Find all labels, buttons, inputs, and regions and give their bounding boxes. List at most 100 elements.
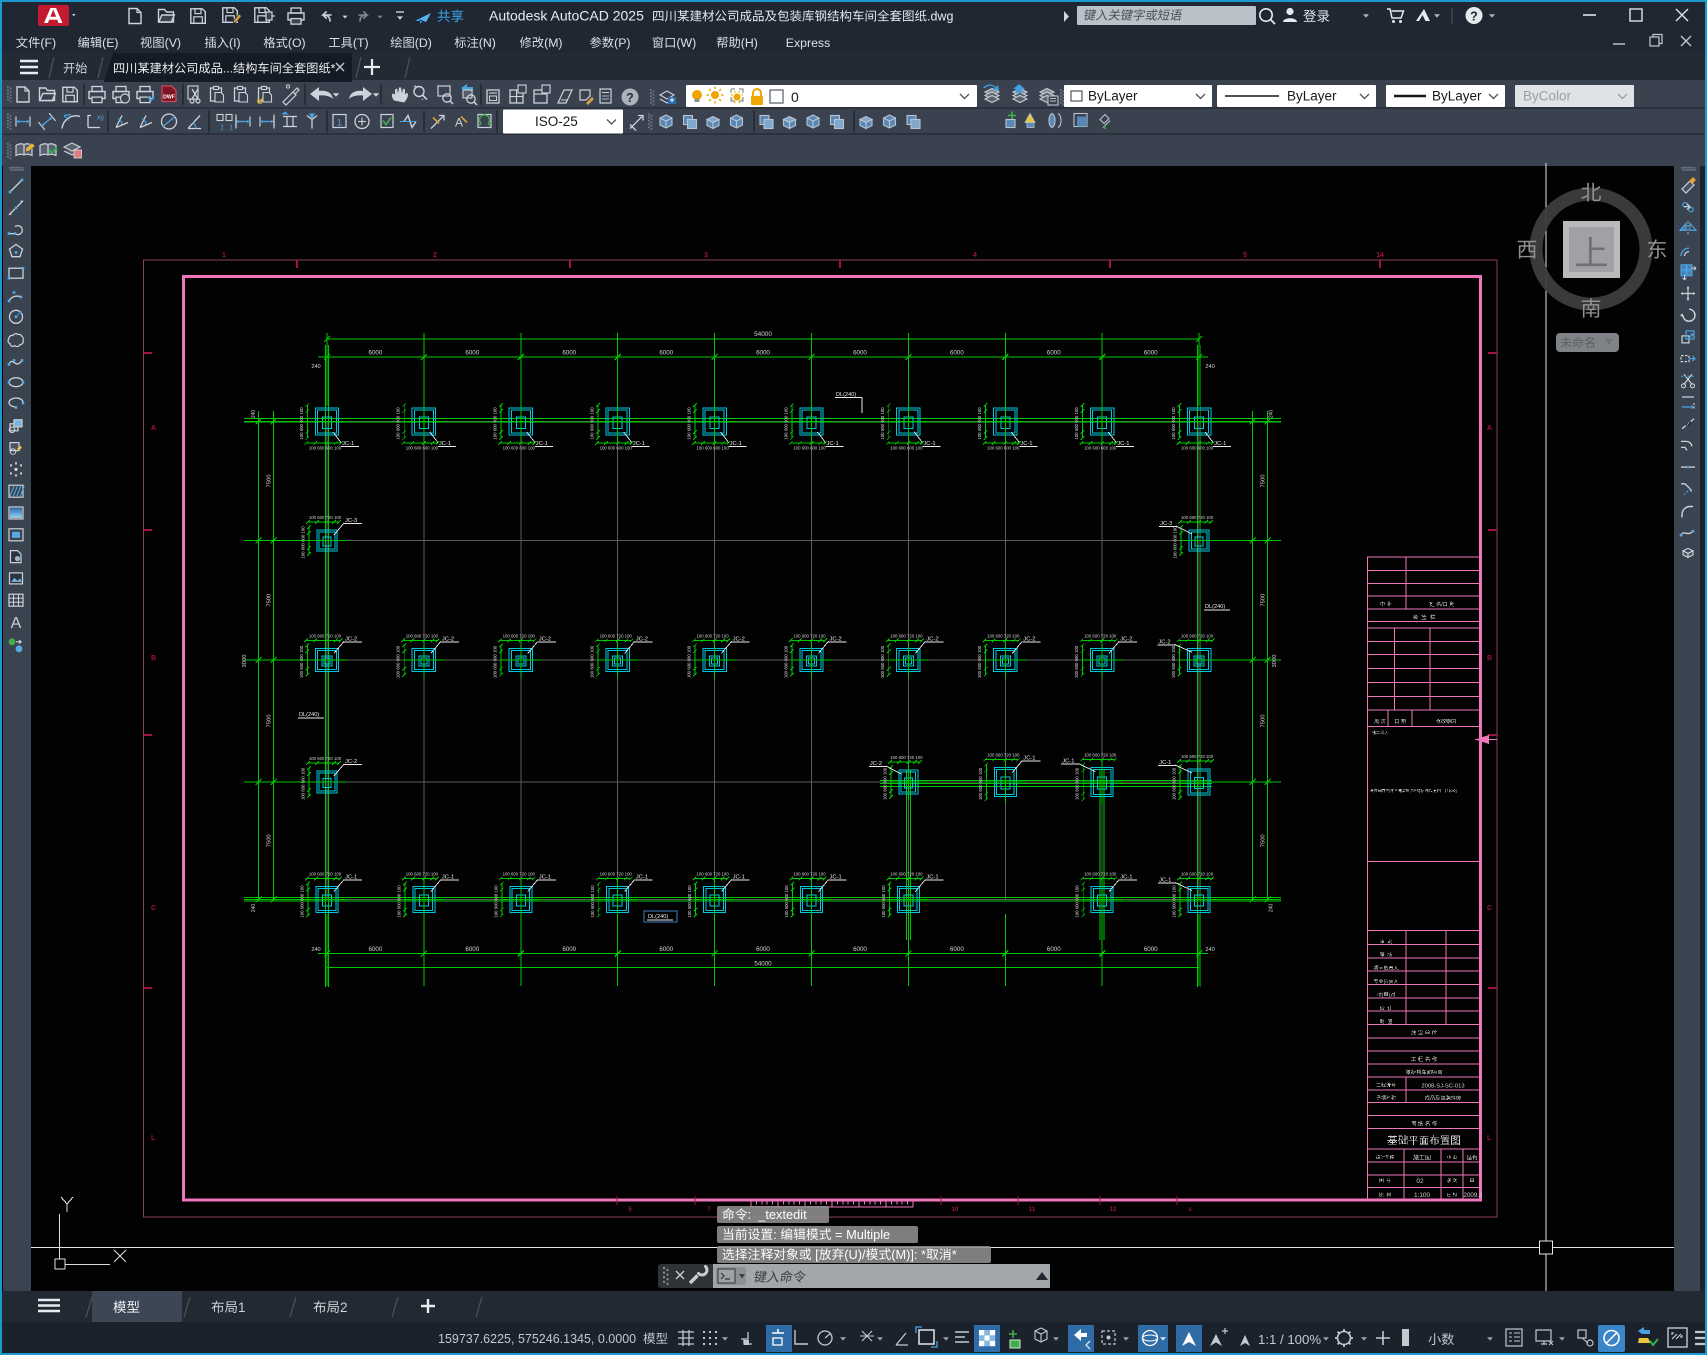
svg-text:6000: 6000	[369, 946, 383, 953]
svg-text:100 600 600 100: 100 600 600 100	[687, 885, 692, 918]
svg-text:6000: 6000	[853, 946, 867, 953]
svg-text:100 600 900 100: 100 600 900 100	[783, 407, 788, 440]
svg-text:6000: 6000	[1047, 946, 1061, 953]
svg-text:100 600 720 100: 100 600 720 100	[600, 633, 633, 638]
svg-text:): )	[1456, 789, 1458, 793]
svg-text:7500: 7500	[1261, 475, 1267, 488]
svg-text:100 600 720 100: 100 600 720 100	[1181, 754, 1214, 759]
svg-text:(W): (W)	[676, 36, 696, 50]
svg-text:100 600 720 100: 100 600 720 100	[1084, 633, 1117, 638]
svg-text:/: /	[1441, 602, 1443, 608]
svg-text:*: *	[952, 1247, 957, 1262]
svg-text:1: 1	[220, 123, 224, 132]
svg-text:1: 1	[337, 118, 342, 128]
svg-text:DL(240): DL(240)	[1205, 604, 1225, 610]
svg-text:1:100: 1:100	[1414, 1192, 1430, 1199]
svg-text:(F): (F)	[40, 36, 56, 50]
svg-text:100 600 600 100: 100 600 600 100	[600, 446, 633, 451]
svg-text:100 600 720 100: 100 600 720 100	[1181, 633, 1214, 638]
svg-text:7500: 7500	[267, 715, 273, 728]
svg-text:(M): (M)	[544, 36, 562, 50]
svg-text:100 600 600 100: 100 600 600 100	[1075, 885, 1080, 918]
svg-text::: :	[1388, 730, 1389, 735]
svg-text:A: A	[1487, 425, 1492, 432]
svg-text:7500: 7500	[267, 834, 273, 847]
svg-text:100 600 720 100: 100 600 720 100	[309, 515, 342, 520]
svg-text:7500: 7500	[1261, 834, 1267, 847]
svg-text:100 600 900 100: 100 600 900 100	[590, 407, 595, 440]
svg-text:6000: 6000	[756, 946, 770, 953]
svg-text:100 600 720 100: 100 600 720 100	[406, 633, 439, 638]
svg-text:(I): (I)	[229, 36, 241, 50]
svg-text:100 600 720 100: 100 600 720 100	[1181, 515, 1214, 520]
svg-text:100 600 600 100: 100 600 600 100	[493, 885, 498, 918]
svg-text:*: *	[331, 62, 336, 76]
svg-text:240: 240	[1269, 410, 1275, 419]
svg-text:6000: 6000	[1144, 946, 1158, 953]
svg-text:100 600 720 100: 100 600 720 100	[696, 872, 729, 877]
svg-text:100 600 720 100: 100 600 720 100	[890, 755, 923, 760]
svg-text:54000: 54000	[754, 331, 772, 338]
svg-text:6000: 6000	[659, 946, 673, 953]
svg-text:?: ?	[626, 91, 634, 105]
svg-text:100 600 600 100: 100 600 600 100	[784, 885, 789, 918]
svg-text:1:1 / 100%: 1:1 / 100%	[1258, 1332, 1321, 1347]
svg-text:100 600 900 100: 100 600 900 100	[1074, 407, 1079, 440]
svg-text:+: +	[413, 83, 418, 92]
svg-text:100 600 720 100: 100 600 720 100	[793, 633, 826, 638]
svg-text:(P): (P)	[614, 36, 630, 50]
svg-text:100 600 600 100: 100 600 600 100	[1074, 645, 1079, 678]
svg-text:100 600 600 100: 100 600 600 100	[890, 446, 923, 451]
svg-text:L: L	[151, 1135, 156, 1142]
svg-text:100 600 600 100: 100 600 600 100	[406, 446, 439, 451]
svg-text:54000: 54000	[754, 961, 772, 968]
svg-text:DL(240): DL(240)	[299, 712, 319, 718]
svg-text:100 600 600 100: 100 600 600 100	[882, 767, 887, 800]
svg-text:.dwg: .dwg	[927, 10, 953, 24]
svg-text:240: 240	[251, 410, 257, 419]
svg-text:Autodesk AutoCAD 2025: Autodesk AutoCAD 2025	[489, 8, 644, 24]
svg-text:5: 5	[1243, 252, 1247, 259]
svg-text:100 600 720 100: 100 600 720 100	[1084, 872, 1117, 877]
svg-text:100 600 600 100: 100 600 600 100	[881, 885, 886, 918]
svg-text:,: ,	[1432, 789, 1433, 793]
svg-text:7: 7	[707, 1207, 711, 1213]
svg-text:3000: 3000	[242, 655, 248, 668]
svg-text:100 600 600 100: 100 600 600 100	[309, 446, 342, 451]
svg-text:6000: 6000	[562, 946, 576, 953]
svg-text:L: L	[1487, 1135, 1492, 1142]
svg-text:100 600 600 100: 100 600 600 100	[503, 446, 536, 451]
svg-text:240: 240	[1205, 364, 1214, 370]
svg-text:100 600 720 100: 100 600 720 100	[890, 872, 923, 877]
svg-text:6000: 6000	[369, 350, 383, 357]
svg-text:(N): (N)	[479, 36, 496, 50]
svg-text:100 600 900 100: 100 600 900 100	[686, 407, 691, 440]
svg-text:100 600 720 100: 100 600 720 100	[600, 872, 633, 877]
svg-text:100 600 600 100: 100 600 600 100	[1075, 767, 1080, 800]
svg-text:DL(240): DL(240)	[648, 914, 668, 920]
svg-text:1: 1	[222, 252, 226, 259]
svg-text:: _textedit: : _textedit	[748, 1207, 807, 1222]
svg-text:ISO-25: ISO-25	[535, 114, 578, 129]
svg-text:240: 240	[1205, 947, 1214, 953]
svg-text:(: (	[1389, 789, 1391, 793]
svg-text:0: 0	[791, 89, 799, 105]
svg-text:(D): (D)	[415, 36, 432, 50]
svg-text:100 600 600 100: 100 600 600 100	[880, 645, 885, 678]
svg-text:100 600 900 100: 100 600 900 100	[396, 407, 401, 440]
svg-text:100 600 600 100: 100 600 600 100	[590, 885, 595, 918]
svg-text:240: 240	[311, 364, 320, 370]
svg-text:100 600 720 100: 100 600 720 100	[309, 633, 342, 638]
svg-text:100 600 720 100: 100 600 720 100	[987, 633, 1020, 638]
svg-text:xy: xy	[97, 115, 105, 122]
svg-text:100 600 600 100: 100 600 600 100	[1172, 885, 1177, 918]
svg-text:5: 5	[628, 1207, 632, 1213]
svg-text:100 600 600 100: 100 600 600 100	[1084, 446, 1117, 451]
svg-text:B: B	[151, 655, 156, 662]
svg-text:ByLayer: ByLayer	[1432, 89, 1482, 104]
svg-text:(E): (E)	[102, 36, 118, 50]
svg-text:100 600 600 100: 100 600 600 100	[977, 645, 982, 678]
svg-text:6000: 6000	[756, 350, 770, 357]
svg-text:7500: 7500	[267, 475, 273, 488]
svg-text:100 600 720 100: 100 600 720 100	[987, 753, 1020, 758]
